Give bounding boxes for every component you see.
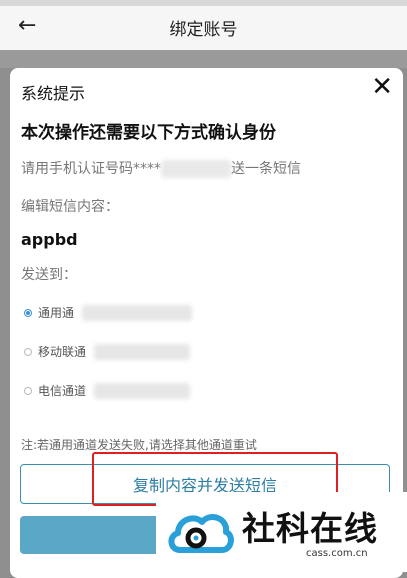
retry-note: 注:若通用通道发送失败,请选择其他通道重试: [21, 438, 257, 452]
radio-selected-icon[interactable]: [24, 308, 32, 317]
top-nav-bar: ← 绑定账号: [0, 0, 407, 50]
dialog-title: 系统提示: [21, 84, 86, 103]
radio-icon[interactable]: [24, 386, 32, 395]
phone-hint: 请用手机认证号码**** 送一条短信: [21, 158, 301, 178]
phone-hint-prefix: 请用手机认证号码****: [21, 161, 161, 177]
phone-hint-suffix: 送一条短信: [231, 161, 301, 177]
watermark-url: cass.com.cn: [306, 548, 368, 559]
status-bar: [0, 0, 407, 6]
channel-label: 移动联通: [38, 345, 87, 359]
watermark-title: 社科在线: [242, 509, 378, 548]
radio-icon[interactable]: [24, 347, 32, 356]
channel-option-general[interactable]: 通用通: [24, 304, 193, 321]
channel-option-telecom[interactable]: 电信通道: [24, 382, 191, 399]
overlay-backdrop: [0, 50, 407, 68]
redacted-channel-detail: [82, 304, 193, 321]
close-icon[interactable]: ✕: [371, 74, 393, 100]
edit-sms-label: 编辑短信内容：: [21, 199, 119, 215]
page-title: 绑定账号: [169, 20, 238, 40]
channel-label: 电信通道: [38, 384, 87, 398]
redacted-number: [161, 160, 231, 178]
cloud-logo-icon: [168, 514, 234, 553]
redacted-channel-detail: [94, 382, 191, 399]
channel-label: 通用通: [38, 306, 75, 320]
redacted-channel-detail: [94, 343, 191, 360]
send-to-label: 发送到：: [21, 267, 77, 283]
channel-option-mobile-unicom[interactable]: 移动联通: [24, 343, 191, 360]
watermark-badge: 社科在线 cass.com.cn: [156, 492, 407, 572]
dialog-headline: 本次操作还需要以下方式确认身份: [21, 123, 276, 143]
sms-content: appbd: [21, 230, 78, 249]
